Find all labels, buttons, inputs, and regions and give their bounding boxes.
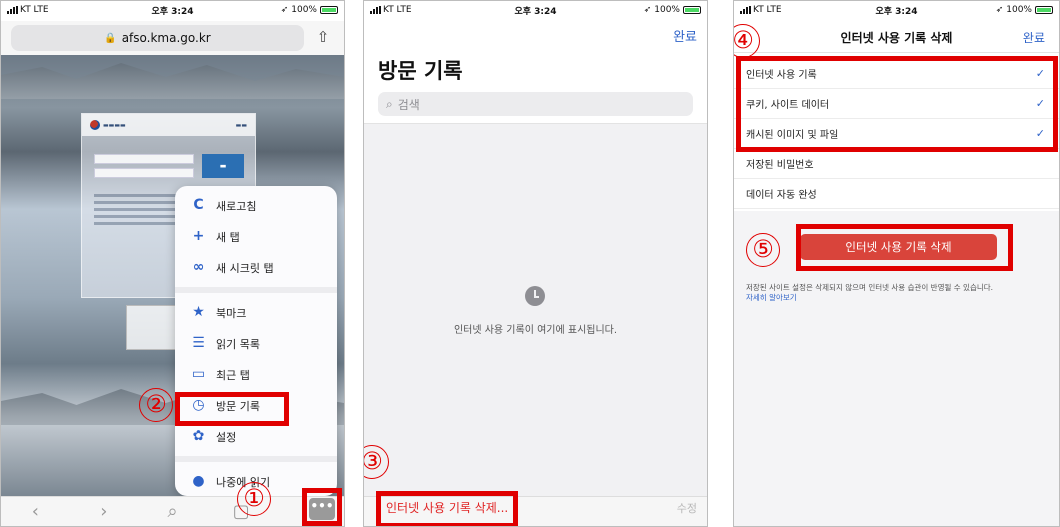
phone-screen-clear-data: KT LTE 오후 3:24 ➶ 100% 인터넷 사용 기록 삭제 완료 인터… — [733, 0, 1060, 527]
menu-item-new-incognito-tab[interactable]: ∞ 새 시크릿 탭 — [175, 252, 337, 283]
location-icon: ➶ — [280, 5, 289, 15]
phone-screen-browser-menu: KT LTE 오후 3:24 ➶ 100% 🔒 afso.kma.go.kr ⇧… — [0, 0, 345, 527]
reload-icon: C — [193, 197, 204, 213]
menu-item-label: 새 시크릿 탭 — [216, 261, 274, 275]
battery-icon — [1034, 6, 1053, 14]
signal-icon — [740, 6, 751, 14]
info-note: 저장된 사이트 설정은 삭제되지 않으며 인터넷 사용 습관이 반영될 수 있습… — [746, 283, 1051, 303]
search-icon[interactable]: ⌕ — [152, 501, 192, 522]
forward-icon[interactable]: › — [84, 501, 124, 522]
highlight-box-history — [175, 392, 289, 426]
menu-item-label: 새 탭 — [216, 230, 240, 244]
plus-icon: + — [192, 228, 205, 244]
learn-more-link[interactable]: 자세히 알아보기 — [746, 293, 797, 302]
option-saved-passwords[interactable]: 저장된 비밀번호 — [734, 149, 1059, 179]
edit-button[interactable]: 수정 — [677, 500, 697, 516]
phone-screen-history: KT LTE 오후 3:24 ➶ 100% 완료 방문 기록 ⌕ 검색 인터넷 … — [363, 0, 708, 527]
signal-icon — [370, 6, 381, 14]
highlight-box-more — [302, 488, 342, 526]
carrier-label: KT LTE — [753, 5, 782, 15]
status-bar: KT LTE 오후 3:24 ➶ 100% — [1, 1, 344, 19]
page-title: 인터넷 사용 기록 삭제 — [840, 31, 953, 45]
battery-icon — [319, 6, 338, 14]
status-bar: KT LTE 오후 3:24 ➶ 100% — [364, 1, 707, 19]
menu-item-label: 최근 탭 — [216, 368, 250, 382]
search-icon: ⌕ — [386, 96, 393, 111]
menu-item-recent-tabs[interactable]: ▭ 최근 탭 — [175, 359, 337, 390]
done-button[interactable]: 완료 — [1023, 29, 1045, 46]
menu-item-label: 새로고침 — [216, 199, 257, 213]
bottom-toolbar: ‹ › ⌕ ▢ — [1, 496, 344, 526]
menu-item-bookmarks[interactable]: ★ 북마크 — [175, 297, 337, 328]
highlight-box-delete — [796, 224, 1013, 271]
signal-icon — [7, 6, 18, 14]
menu-item-label: 설정 — [216, 430, 237, 444]
login-button[interactable]: ▬ — [202, 154, 244, 178]
option-label: 데이터 자동 완성 — [746, 190, 817, 201]
highlight-box-options — [736, 56, 1058, 152]
incognito-icon: ∞ — [192, 259, 205, 275]
reading-list-icon: ☰ — [192, 335, 205, 351]
done-button[interactable]: 완료 — [673, 26, 697, 45]
battery-percent: 100% — [1006, 5, 1032, 15]
status-time: 오후 3:24 — [151, 6, 194, 17]
browser-menu: C 새로고침 + 새 탭 ∞ 새 시크릿 탭 ★ 북마크 ☰ 읽기 목록 ▭ 최근 탭 ◷ 방… — [175, 186, 337, 496]
page-title: 방문 기록 — [378, 59, 463, 83]
gear-icon: ✿ — [192, 428, 205, 444]
location-icon: ➶ — [995, 5, 1004, 15]
option-label: 저장된 비밀번호 — [746, 160, 814, 171]
menu-group-2: ★ 북마크 ☰ 읽기 목록 ▭ 최근 탭 ◷ 방문 기록 ✿ 설정 — [175, 293, 337, 462]
popup-notice — [126, 305, 181, 350]
menu-item-new-tab[interactable]: + 새 탭 — [175, 221, 337, 252]
share-icon[interactable]: ⇧ — [314, 28, 332, 48]
empty-state-text: 인터넷 사용 기록이 여기에 표시됩니다. — [453, 325, 618, 336]
battery-percent: 100% — [654, 5, 680, 15]
search-placeholder: 검색 — [397, 97, 420, 112]
menu-item-label: 북마크 — [216, 306, 247, 320]
back-icon[interactable]: ‹ — [15, 501, 55, 522]
menu-item-label: 읽기 목록 — [216, 337, 260, 351]
site-logo: ▬▬▬▬ — [90, 120, 126, 130]
history-list — [364, 124, 707, 496]
password-field[interactable] — [94, 168, 194, 178]
menu-item-reload[interactable]: C 새로고침 — [175, 190, 337, 221]
menu-group-1: C 새로고침 + 새 탭 ∞ 새 시크릿 탭 — [175, 186, 337, 293]
address-bar[interactable]: 🔒 afso.kma.go.kr — [11, 25, 304, 51]
id-field[interactable] — [94, 154, 194, 164]
carrier-label: KT LTE — [383, 5, 412, 15]
search-input[interactable]: ⌕ 검색 — [378, 92, 693, 116]
address-bar-area: 🔒 afso.kma.go.kr ⇧ — [1, 21, 344, 55]
mountain-image — [1, 63, 344, 99]
nav-bar: 인터넷 사용 기록 삭제 완료 — [734, 21, 1059, 53]
step-marker-2: ② — [139, 388, 173, 422]
highlight-box-clear-history — [376, 491, 518, 526]
clock-icon — [525, 286, 545, 306]
lock-icon: 🔒 — [104, 32, 117, 44]
step-marker-1: ① — [237, 482, 271, 516]
note-text: 저장된 사이트 설정은 삭제되지 않으며 인터넷 사용 습관이 반영될 수 있습… — [746, 283, 994, 292]
site-logo-right: ▬▬ — [235, 121, 247, 129]
recent-tabs-icon: ▭ — [191, 366, 206, 382]
step-marker-5: ⑤ — [746, 233, 780, 267]
status-time: 오후 3:24 — [514, 6, 557, 17]
battery-percent: 100% — [291, 5, 317, 15]
star-icon: ★ — [192, 304, 205, 320]
address-text: afso.kma.go.kr — [121, 31, 211, 45]
location-icon: ➶ — [643, 5, 652, 15]
menu-item-reading-list[interactable]: ☰ 읽기 목록 — [175, 328, 337, 359]
status-time: 오후 3:24 — [875, 6, 918, 17]
carrier-label: KT LTE — [20, 5, 49, 15]
option-autofill[interactable]: 데이터 자동 완성 — [734, 179, 1059, 209]
status-bar: KT LTE 오후 3:24 ➶ 100% — [734, 1, 1059, 19]
read-later-icon: ● — [192, 473, 205, 489]
battery-icon — [682, 6, 701, 14]
